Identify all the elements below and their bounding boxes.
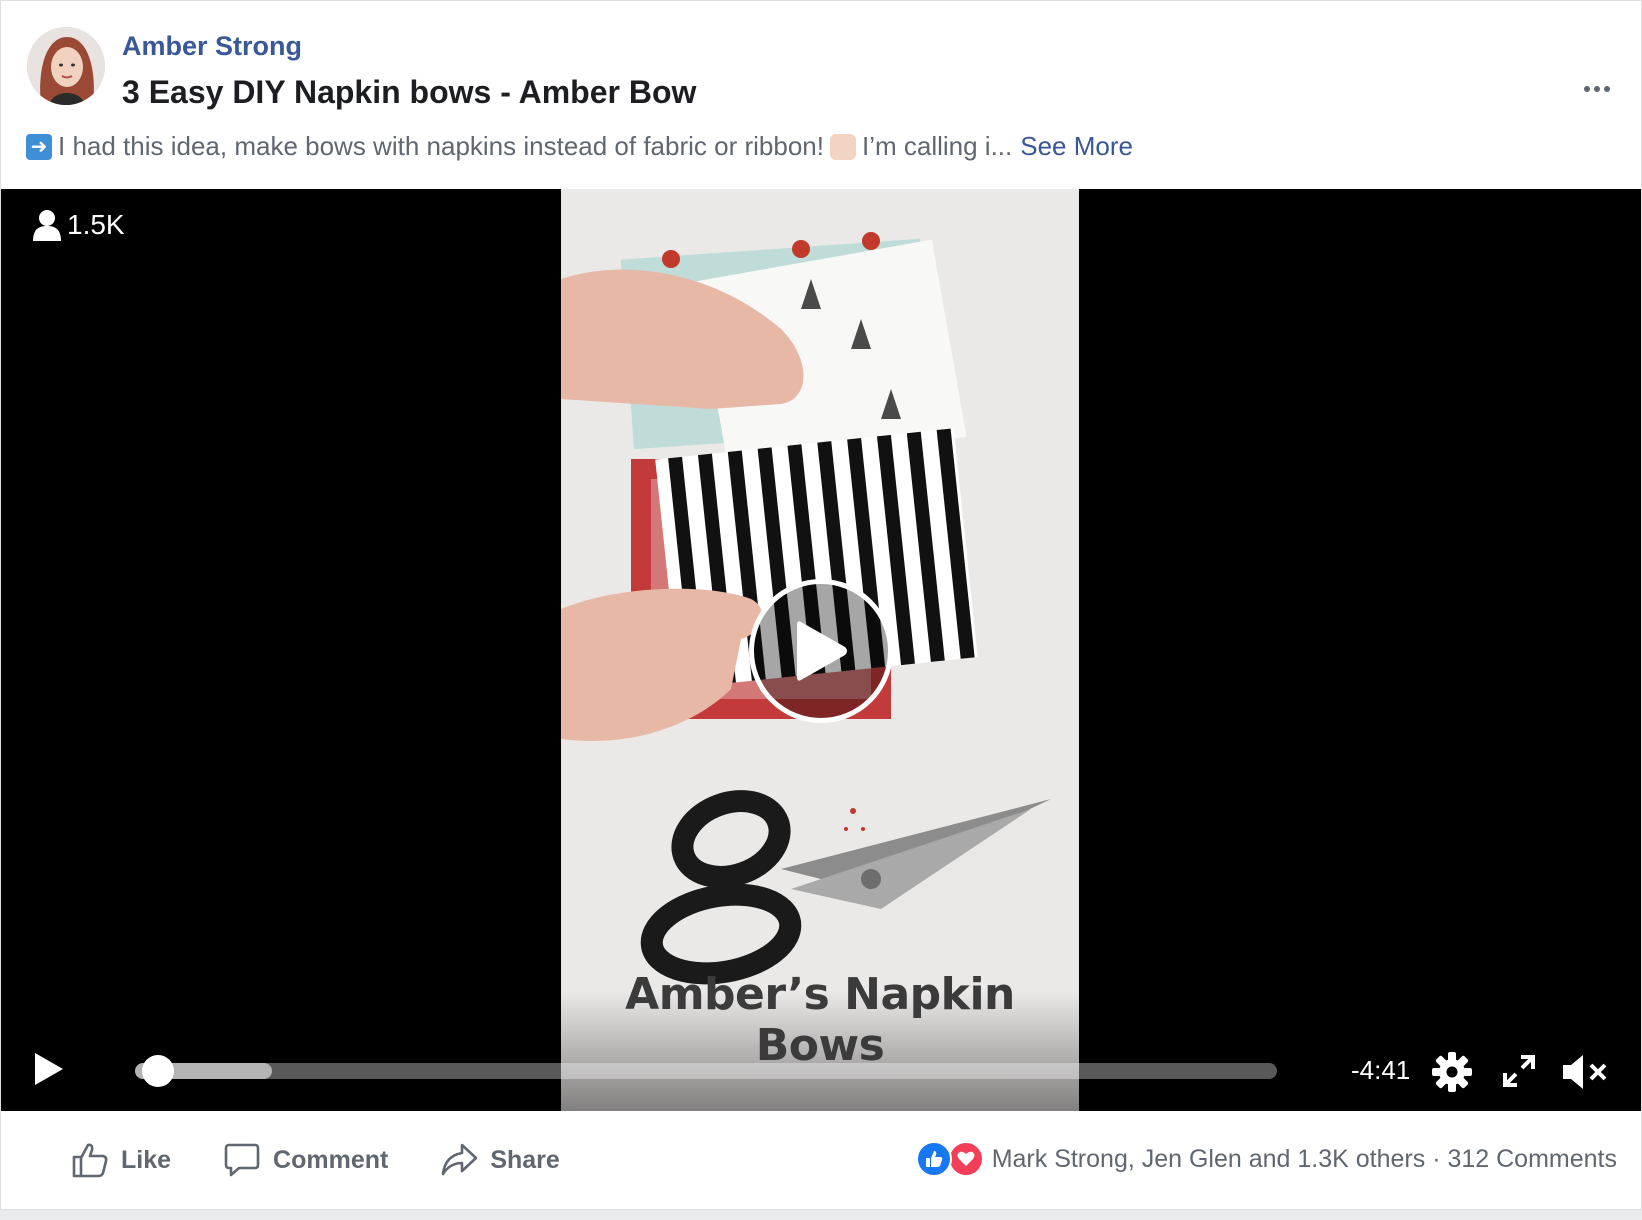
raising-hands-emoji xyxy=(829,133,856,160)
big-play-button[interactable] xyxy=(749,579,893,723)
share-label: Share xyxy=(490,1145,560,1174)
gear-icon[interactable] xyxy=(1431,1051,1473,1093)
reactions-summary: Mark Strong, Jen Glen and 1.3K others · … xyxy=(915,1141,1617,1177)
viewer-count: 1.5K xyxy=(33,209,125,241)
share-icon xyxy=(442,1143,478,1176)
more-options-button[interactable] xyxy=(1577,77,1617,101)
post-title: 3 Easy DIY Napkin bows - Amber Bow xyxy=(122,74,697,110)
arrow-right-emoji: ➜ xyxy=(26,133,52,160)
love-reaction-icon xyxy=(947,1141,984,1177)
see-more-link[interactable]: See More xyxy=(1020,131,1133,162)
expand-icon[interactable] xyxy=(1501,1053,1537,1089)
mute-icon[interactable] xyxy=(1561,1051,1609,1093)
play-icon xyxy=(797,621,847,681)
thumbs-up-icon xyxy=(72,1143,108,1178)
comment-button[interactable]: Comment xyxy=(223,1141,388,1179)
post-actions: Like Comment Share xyxy=(71,1141,612,1179)
post-description: ➜ I had this idea, make bows with napkin… xyxy=(26,131,1133,162)
post-card: Amber Strong 3 Easy DIY Napkin bows - Am… xyxy=(0,0,1642,1210)
comment-label: Comment xyxy=(273,1145,389,1174)
author-name[interactable]: Amber Strong xyxy=(122,31,302,62)
play-icon[interactable] xyxy=(31,1051,65,1087)
progress-bar[interactable] xyxy=(135,1055,1277,1087)
like-reaction-icon xyxy=(915,1141,952,1177)
viewer-count-text: 1.5K xyxy=(67,209,125,240)
video-player[interactable]: Amber’s Napkin Bows 1.5K -4:41 xyxy=(1,189,1641,1111)
more-icon xyxy=(1584,86,1590,92)
share-button[interactable]: Share xyxy=(440,1141,560,1179)
time-remaining: -4:41 xyxy=(1351,1055,1411,1085)
like-button[interactable]: Like xyxy=(71,1141,171,1179)
description-text-start: I had this idea, make bows with napkins … xyxy=(58,131,824,161)
like-label: Like xyxy=(121,1145,172,1174)
progress-thumb[interactable] xyxy=(142,1055,175,1087)
reaction-icons[interactable] xyxy=(915,1141,984,1177)
description-text-end: I’m calling i... xyxy=(861,131,1013,161)
video-controls: -4:41 xyxy=(1,1011,1641,1111)
reactions-text[interactable]: Mark Strong, Jen Glen and 1.3K others · … xyxy=(992,1145,1617,1174)
comment-icon xyxy=(224,1143,260,1177)
person-icon xyxy=(33,210,61,241)
author-avatar[interactable] xyxy=(27,27,105,105)
